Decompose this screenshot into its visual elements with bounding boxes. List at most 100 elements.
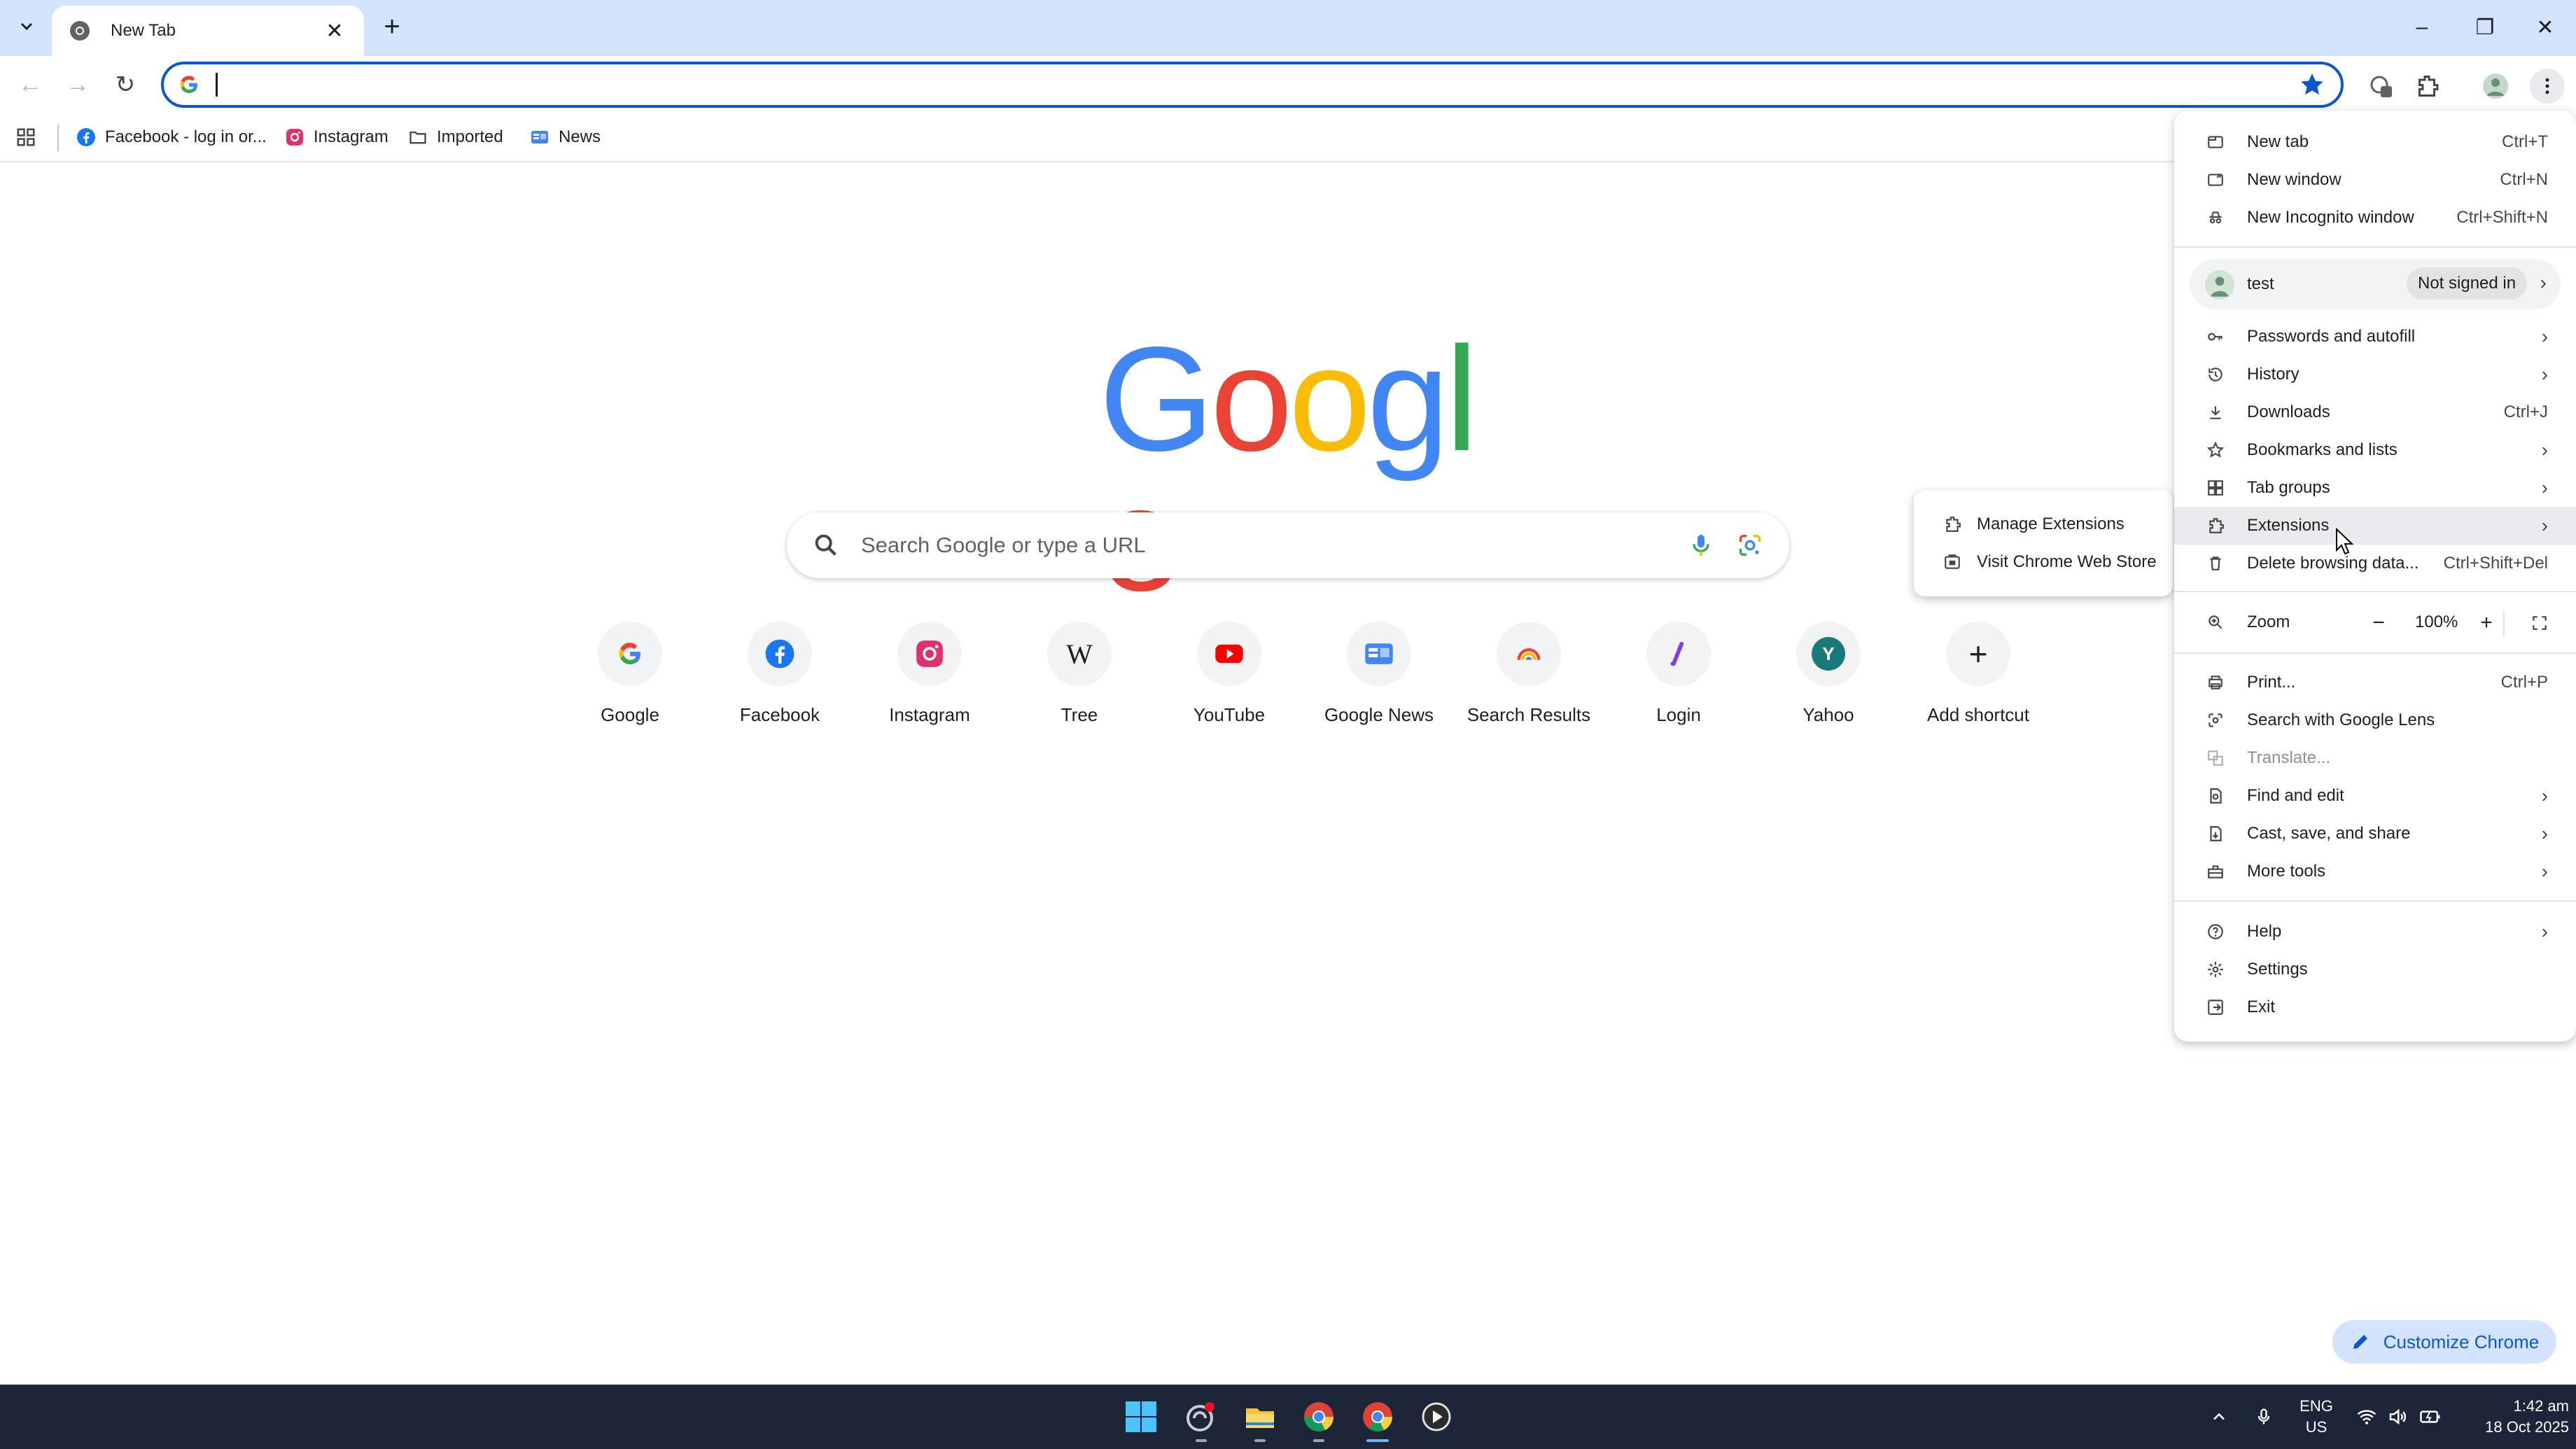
shortcut-youtube[interactable]: YouTube — [1163, 622, 1296, 741]
bookmark-instagram[interactable]: Instagram — [284, 122, 388, 153]
google-news-icon — [1347, 622, 1411, 686]
shortcut-label: Search Results — [1466, 704, 1591, 725]
gear-icon — [2205, 959, 2226, 980]
file-explorer-icon[interactable] — [1239, 1396, 1281, 1442]
running-indicator — [1196, 1439, 1207, 1442]
customize-label: Customize Chrome — [2383, 1331, 2540, 1352]
omnibox[interactable] — [161, 62, 2344, 108]
tab-new-tab[interactable]: New Tab ✕ — [52, 6, 364, 56]
logo-letter: G — [1099, 316, 1214, 482]
manage-extensions-item[interactable]: Manage Extensions — [1914, 505, 2173, 543]
kebab-menu-icon[interactable] — [2530, 69, 2565, 104]
menu-tab-groups[interactable]: Tab groups › — [2174, 469, 2576, 507]
extension-badge-icon[interactable] — [2363, 69, 2398, 104]
facebook-icon — [748, 622, 812, 686]
back-button[interactable]: ← — [13, 67, 48, 102]
menu-profile-row[interactable]: test Not signed in › — [2190, 259, 2561, 309]
shortcut-login[interactable]: Login — [1612, 622, 1745, 741]
shortcut-google-news[interactable]: Google News — [1312, 622, 1446, 741]
bookmark-imported-folder[interactable]: Imported — [407, 122, 503, 153]
bookmark-label: Facebook - log in or... — [105, 127, 267, 146]
menu-settings[interactable]: Settings — [2174, 951, 2576, 988]
star-icon[interactable] — [2299, 71, 2325, 98]
system-clock[interactable]: 1:42 am 18 Oct 2025 — [2457, 1396, 2569, 1438]
menu-shortcut: Ctrl+P — [2500, 673, 2548, 692]
shortcut-yahoo[interactable]: Y Yahoo — [1762, 622, 1895, 741]
battery-icon[interactable] — [2419, 1385, 2442, 1449]
menu-exit[interactable]: Exit — [2174, 988, 2576, 1026]
toolbox-icon — [2205, 861, 2226, 882]
menu-divider — [2174, 652, 2576, 654]
shortcut-search-results[interactable]: Search Results — [1462, 622, 1595, 741]
menu-history[interactable]: History › — [2174, 356, 2576, 393]
running-indicator — [1254, 1439, 1266, 1442]
volume-icon[interactable] — [2387, 1385, 2408, 1449]
new-tab-icon — [2205, 132, 2226, 153]
menu-google-lens[interactable]: Search with Google Lens — [2174, 701, 2576, 739]
menu-new-tab[interactable]: New tab Ctrl+T — [2174, 123, 2576, 161]
menu-shortcut: Ctrl+J — [2503, 402, 2548, 421]
zoom-out-button[interactable]: − — [2363, 608, 2394, 638]
bookmark-news[interactable]: News — [529, 122, 601, 153]
show-hidden-icons-button[interactable] — [2209, 1385, 2229, 1449]
bookmark-label: Instagram — [314, 127, 388, 146]
bookmark-facebook[interactable]: Facebook - log in or... — [76, 122, 267, 153]
visit-web-store-item[interactable]: Visit Chrome Web Store — [1914, 543, 2173, 581]
chevron-up-icon — [2213, 1413, 2225, 1420]
fullscreen-icon — [2533, 616, 2547, 630]
menu-bookmarks[interactable]: Bookmarks and lists › — [2174, 431, 2576, 469]
shortcut-google[interactable]: Google — [564, 622, 696, 741]
shortcut-instagram[interactable]: Instagram — [863, 622, 996, 741]
language-indicator[interactable]: ENG US — [2299, 1396, 2334, 1438]
youtube-icon — [1197, 622, 1261, 686]
fullscreen-button[interactable] — [2524, 608, 2555, 638]
menu-downloads[interactable]: Downloads Ctrl+J — [2174, 393, 2576, 431]
profile-avatar-icon[interactable] — [2478, 69, 2513, 104]
restore-button[interactable]: ❐ — [2464, 10, 2506, 45]
shortcut-facebook[interactable]: Facebook — [713, 622, 846, 741]
shortcut-tree[interactable]: W Tree — [1013, 622, 1146, 741]
minimize-button[interactable]: – — [2401, 10, 2443, 45]
menu-print[interactable]: Print... Ctrl+P — [2174, 664, 2576, 701]
close-window-button[interactable]: ✕ — [2524, 10, 2566, 45]
shortcut-add[interactable]: + Add shortcut — [1912, 622, 2045, 741]
app-red-dot-icon[interactable] — [1180, 1396, 1222, 1442]
puzzle-extensions-icon[interactable] — [2409, 69, 2444, 104]
windows-start-icon[interactable] — [1120, 1396, 1162, 1438]
menu-new-incognito[interactable]: New Incognito window Ctrl+Shift+N — [2174, 199, 2576, 237]
clock-date: 18 Oct 2025 — [2485, 1418, 2569, 1436]
zoom-in-button[interactable]: + — [2471, 608, 2502, 638]
menu-passwords[interactable]: Passwords and autofill › — [2174, 318, 2576, 356]
menu-more-tools[interactable]: More tools › — [2174, 853, 2576, 890]
reload-button[interactable]: ↻ — [108, 67, 143, 102]
menu-extensions[interactable]: Extensions › — [2174, 507, 2576, 545]
new-tab-button[interactable]: + — [377, 11, 407, 42]
media-player-icon[interactable] — [1415, 1396, 1457, 1438]
menu-shortcut: Ctrl+T — [2502, 132, 2548, 151]
trash-icon — [2205, 553, 2226, 574]
menu-find-and-edit[interactable]: Find and edit › — [2174, 777, 2576, 815]
ntp-search-box[interactable]: Search Google or type a URL — [787, 512, 1789, 578]
apps-button[interactable] — [15, 122, 36, 153]
puzzle-icon — [2205, 515, 2226, 536]
wifi-icon[interactable] — [2356, 1385, 2377, 1449]
menu-label: Zoom — [2247, 612, 2290, 631]
microphone-tray-icon[interactable] — [2254, 1385, 2274, 1449]
menu-new-window[interactable]: New window Ctrl+N — [2174, 161, 2576, 199]
google-lens-icon[interactable] — [1736, 531, 1764, 559]
chrome-icon[interactable] — [1298, 1396, 1340, 1442]
chrome-active-icon[interactable] — [1357, 1396, 1399, 1442]
customize-chrome-button[interactable]: Customize Chrome — [2332, 1320, 2556, 1364]
bookmarks-divider — [57, 125, 59, 151]
menu-cast-save-share[interactable]: Cast, save, and share › — [2174, 815, 2576, 853]
microphone-icon[interactable] — [1687, 531, 1715, 559]
close-tab-button[interactable]: ✕ — [322, 18, 347, 43]
google-g-icon — [180, 76, 197, 94]
menu-help[interactable]: Help › — [2174, 913, 2576, 951]
logo-letter: o — [1288, 316, 1371, 482]
menu-delete-browsing-data[interactable]: Delete browsing data... Ctrl+Shift+Del — [2174, 545, 2576, 582]
avatar — [2205, 270, 2234, 300]
forward-button[interactable]: → — [60, 67, 95, 102]
tab-search-button[interactable] — [10, 10, 43, 43]
printer-icon — [2205, 672, 2226, 693]
